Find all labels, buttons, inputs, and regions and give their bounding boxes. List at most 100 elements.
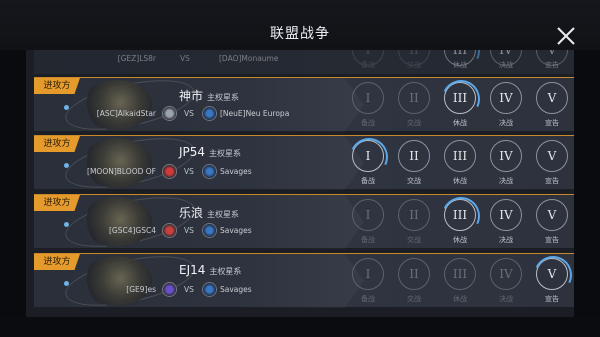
vs-label: VS <box>184 109 194 118</box>
window-title: 联盟战争 <box>270 26 330 42</box>
attacker-alliance: [GSC4]GSC4 <box>108 226 156 235</box>
row-chevron-decoration <box>234 254 364 308</box>
row-chevron-decoration <box>234 78 364 132</box>
stage-label-1: 备战 <box>361 119 375 127</box>
stage-label-2: 交战 <box>407 177 421 185</box>
stage-button-5[interactable]: V <box>536 82 568 114</box>
vs-label: VS <box>184 285 194 294</box>
stage-label-5: 宣告 <box>545 177 559 185</box>
attacker-badge: 进攻方 <box>34 136 80 152</box>
attacker-badge: 进攻方 <box>34 195 80 211</box>
stage-button-3[interactable]: III <box>444 258 476 290</box>
stage-button-1[interactable]: I <box>352 258 384 290</box>
defender-alliance: Savages <box>220 167 252 176</box>
close-icon[interactable] <box>556 26 576 46</box>
attacker-emblem-icon <box>162 164 177 179</box>
stage-label-3: 休战 <box>453 236 467 244</box>
stage-button-4[interactable]: IV <box>490 82 522 114</box>
stage-label-3: 休战 <box>453 119 467 127</box>
stage-label-3: 休战 <box>453 177 467 185</box>
stage-label-5: 宣告 <box>545 236 559 244</box>
attacker-badge: 进攻方 <box>34 254 80 270</box>
stage-label-2: 交战 <box>407 119 421 127</box>
stage-label-4: 决战 <box>499 236 513 244</box>
defender-alliance: [DAO]Monaume <box>219 54 279 63</box>
stage-label-4: 决战 <box>499 295 513 303</box>
planet-type: 主权星系 <box>207 210 240 219</box>
stage-button-2[interactable]: II <box>398 258 430 290</box>
stage-button-1[interactable]: I <box>352 82 384 114</box>
planet-name: 乐浪 主权星系 <box>179 204 239 221</box>
planet-image <box>82 256 152 306</box>
attacker-alliance: [GEZ]LS8r <box>117 54 156 63</box>
stage-label-5: 宣告 <box>545 61 559 69</box>
defender-emblem-icon <box>202 282 217 297</box>
stage-label-4: 决战 <box>499 61 513 69</box>
stage-button-5[interactable]: V <box>536 140 568 172</box>
stage-label-2: 交战 <box>407 236 421 244</box>
stage-button-5[interactable]: V <box>536 258 568 290</box>
war-row[interactable]: 进攻方 JP54 主权星系 [MOON]BLOOD OF VS Savages I 备战 II 交… <box>34 128 574 198</box>
defender-alliance: [NeuE]Neu Europa <box>220 109 290 118</box>
planet-type: 主权星系 <box>209 149 242 158</box>
planet-name-text: 神市 <box>179 89 204 103</box>
war-row[interactable]: 进攻方乐浪 主权星系 [GSC4]GSC4 VS Savages I 备战 II 交战 III 休战… <box>34 187 574 257</box>
stage-button-3[interactable]: III <box>444 199 476 231</box>
stage-button-3[interactable]: III <box>444 82 476 114</box>
vs-label: VS <box>184 167 194 176</box>
defender-alliance: Savages <box>220 285 252 294</box>
attacker-alliance: [MOON]BLOOD OF <box>87 167 156 176</box>
planet-name: JP54 主权星系 <box>179 145 241 159</box>
stage-button-4[interactable]: IV <box>490 199 522 231</box>
stage-label-4: 决战 <box>499 177 513 185</box>
stage-label-3: 休战 <box>453 295 467 303</box>
war-row-partial[interactable]: [GEZ]LS8r VS [DAO]Monaume I 备战 II 交战 III 休战 IV 决战 V… <box>34 50 574 74</box>
war-list[interactable]: [GEZ]LS8r VS [DAO]Monaume I 备战 II 交战 III 休战 IV 决战 V… <box>26 50 574 317</box>
stage-button-2[interactable]: II <box>398 82 430 114</box>
attacker-alliance: [GE9]es <box>126 285 156 294</box>
stage-label-5: 宣告 <box>545 119 559 127</box>
planet-name-text: EJ14 <box>179 263 206 277</box>
attacker-emblem-icon <box>162 282 177 297</box>
stage-button-4[interactable]: IV <box>490 140 522 172</box>
war-row[interactable]: 进攻方神市 主权星系 [ASC]AlkaidStar VS [NeuE]Neu Euro… <box>34 70 574 140</box>
stage-button-5[interactable]: V <box>536 199 568 231</box>
stage-button-1[interactable]: I <box>352 140 384 172</box>
war-row[interactable]: 进攻方 EJ14 主权星系 [GE9]es VS Savages I 备战 II 交战 III 休战 I… <box>34 246 574 316</box>
attacker-alliance: [ASC]AlkaidStar <box>96 109 156 118</box>
title-bar: 联盟战争 <box>0 0 600 50</box>
bottom-bar <box>0 317 600 337</box>
stage-label-4: 决战 <box>499 119 513 127</box>
defender-emblem-icon <box>202 223 217 238</box>
stage-label-5: 宣告 <box>545 295 559 303</box>
planet-name-text: JP54 <box>179 145 206 159</box>
stage-label-1: 备战 <box>361 177 375 185</box>
defender-alliance: Savages <box>220 226 252 235</box>
attacker-badge: 进攻方 <box>34 78 80 94</box>
planet-image <box>82 138 152 188</box>
planet-type: 主权星系 <box>209 267 242 276</box>
attacker-emblem-icon <box>162 223 177 238</box>
vs-label: VS <box>184 226 194 235</box>
vs-label: VS <box>180 54 190 63</box>
stage-button-3[interactable]: III <box>444 140 476 172</box>
stage-button-1[interactable]: I <box>352 199 384 231</box>
attacker-emblem-icon <box>162 106 177 121</box>
defender-emblem-icon <box>202 164 217 179</box>
planet-name: EJ14 主权星系 <box>179 263 241 277</box>
planet-type: 主权星系 <box>207 93 240 102</box>
stage-button-2[interactable]: II <box>398 199 430 231</box>
row-chevron-decoration <box>234 136 364 190</box>
stage-label-2: 交战 <box>407 61 421 69</box>
planet-name-text: 乐浪 <box>179 206 204 220</box>
stage-label-1: 备战 <box>361 61 375 69</box>
planet-image <box>82 197 152 247</box>
stage-label-1: 备战 <box>361 295 375 303</box>
stage-button-2[interactable]: II <box>398 140 430 172</box>
planet-image <box>82 80 152 130</box>
defender-emblem-icon <box>202 106 217 121</box>
stage-label-1: 备战 <box>361 236 375 244</box>
stage-label-3: 休战 <box>453 61 467 69</box>
stage-label-2: 交战 <box>407 295 421 303</box>
stage-button-4[interactable]: IV <box>490 258 522 290</box>
